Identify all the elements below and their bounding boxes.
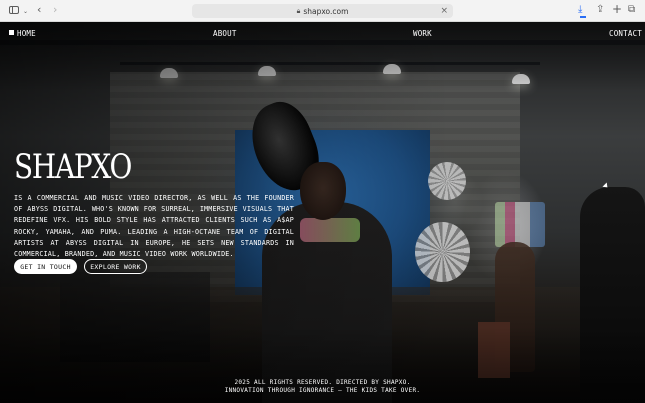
- get-in-touch-button[interactable]: GET IN TOUCH: [14, 259, 77, 274]
- nav-contact[interactable]: CONTACT: [609, 29, 642, 38]
- lock-icon: 🔒︎: [296, 6, 301, 15]
- footer-tagline: INNOVATION THROUGH IGNORANCE — THE KIDS …: [224, 387, 421, 394]
- tabs-icon[interactable]: ⧉: [628, 5, 635, 15]
- site-nav: HOME ABOUT WORK CONTACT: [0, 22, 645, 44]
- download-icon[interactable]: ⤓: [578, 5, 582, 15]
- footer-copyright: 2025 ALL RIGHTS RESERVED. DIRECTED BY SH…: [234, 379, 411, 386]
- forward-icon[interactable]: ›: [53, 4, 57, 15]
- download-progress: [580, 16, 586, 18]
- sidebar-icon[interactable]: [9, 6, 19, 14]
- nav-work[interactable]: WORK: [413, 29, 432, 38]
- share-icon[interactable]: ⇪: [596, 5, 604, 15]
- hero-description: IS A COMMERCIAL AND MUSIC VIDEO DIRECTOR…: [14, 194, 294, 259]
- home-square-icon: [9, 30, 14, 35]
- nav-about[interactable]: ABOUT: [213, 29, 237, 38]
- page-title: SHAPXO: [14, 147, 132, 187]
- chevron-down-icon[interactable]: ⌄: [23, 7, 28, 17]
- new-tab-icon[interactable]: +: [612, 3, 622, 15]
- address-bar[interactable]: 🔒︎ shapxo.com ×: [192, 4, 453, 18]
- explore-work-button[interactable]: EXPLORE WORK: [84, 259, 147, 274]
- back-icon[interactable]: ‹: [37, 4, 41, 15]
- close-icon[interactable]: ×: [440, 6, 448, 16]
- url-text: shapxo.com: [303, 6, 349, 16]
- nav-home[interactable]: HOME: [17, 29, 36, 38]
- browser-toolbar: ⌄ ‹ › 🔒︎ shapxo.com × ⤓ ⇪ + ⧉: [0, 0, 645, 22]
